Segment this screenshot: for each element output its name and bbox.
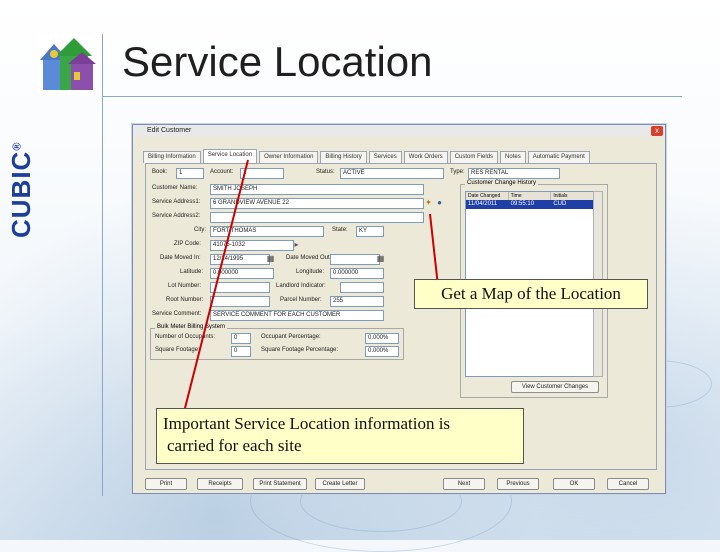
create-letter-button[interactable]: Create Letter	[315, 478, 365, 490]
ok-button[interactable]: OK	[553, 478, 595, 490]
type-field[interactable]: RES RENTAL	[468, 168, 560, 179]
zip-code-label: ZIP Code:	[174, 241, 201, 247]
service-comment-label: Service Comment:	[152, 311, 202, 317]
square-footage-percentage-field[interactable]: 0.000%	[365, 346, 399, 357]
root-number-label: Root Number:	[166, 297, 204, 303]
lot-number-label: Lot Number:	[168, 283, 202, 289]
book-field[interactable]: 1	[176, 168, 204, 179]
occupant-percentage-field[interactable]: 0.000%	[365, 333, 399, 344]
latitude-field[interactable]: 0.000000	[210, 268, 274, 279]
date-moved-out-label: Date Moved Out:	[286, 255, 332, 261]
brand-wordmark: CUBIC®	[6, 141, 36, 238]
close-icon[interactable]: x	[651, 126, 663, 136]
cancel-button[interactable]: Cancel	[607, 478, 649, 490]
window-title-bar: Edit Customer x	[133, 125, 665, 137]
history-row[interactable]: 11/04/2011 09:55:10 CUD	[466, 200, 594, 209]
occupant-percentage-label: Occupant Percentage:	[261, 334, 321, 340]
status-field[interactable]: ACTIVE	[340, 168, 444, 179]
column-header-initials[interactable]: Initials	[551, 192, 595, 200]
info-callout-line2: carried for each site	[167, 436, 302, 455]
divider-horizontal	[102, 96, 682, 97]
customer-name-field[interactable]: SMITH JOSEPH	[210, 184, 424, 195]
bulk-meter-group-title: Bulk Meter Billing System	[155, 324, 228, 330]
previous-button[interactable]: Previous	[497, 478, 539, 490]
type-label: Type:	[450, 169, 465, 175]
globe-map-icon[interactable]: ●	[435, 198, 444, 207]
service-address2-label: Service Address2:	[152, 213, 201, 219]
map-location-icon[interactable]: ✦	[424, 198, 433, 207]
longitude-label: Longitude:	[296, 269, 325, 275]
state-field[interactable]: KY	[356, 226, 384, 237]
latitude-label: Latitude:	[180, 269, 204, 275]
service-comment-field[interactable]: SERVICE COMMENT FOR EACH CUSTOMER	[210, 310, 384, 321]
tab-owner-information[interactable]: Owner Information	[259, 151, 319, 163]
book-label: Book:	[152, 169, 168, 175]
lot-number-field[interactable]	[210, 282, 270, 293]
tab-custom-fields[interactable]: Custom Fields	[449, 151, 499, 163]
calendar-icon[interactable]: ▦	[376, 254, 385, 263]
history-date-cell: 11/04/2011	[468, 201, 498, 207]
zip-code-field[interactable]: 41075-1032	[210, 240, 294, 251]
history-title: Customer Change History	[465, 180, 539, 186]
tab-services[interactable]: Services	[368, 151, 402, 163]
tab-service-location[interactable]: Service Location	[202, 149, 258, 163]
service-address1-field[interactable]: 6 GRANDVIEW AVENUE 22	[210, 198, 424, 209]
root-number-field[interactable]	[210, 296, 270, 307]
date-moved-in-label: Date Moved In:	[160, 255, 201, 261]
next-button[interactable]: Next	[443, 478, 485, 490]
tab-work-orders[interactable]: Work Orders	[403, 151, 448, 163]
status-label: Status:	[316, 169, 335, 175]
number-of-occupants-field[interactable]: 0	[231, 333, 251, 344]
window-title: Edit Customer	[147, 127, 192, 134]
history-initials-cell: CUD	[553, 201, 567, 207]
history-time-cell: 09:55:10	[510, 201, 535, 207]
tab-automatic-payment[interactable]: Automatic Payment	[527, 151, 590, 163]
calendar-icon[interactable]: ▦	[266, 254, 275, 263]
print-button[interactable]: Print	[145, 478, 187, 490]
parcel-number-field[interactable]: 255	[330, 296, 384, 307]
service-address2-field[interactable]	[210, 212, 424, 223]
divider-vertical	[102, 34, 103, 496]
lookup-icon[interactable]: ▸	[292, 240, 301, 249]
landlord-indicator-label: Landlord Indicator:	[276, 283, 326, 289]
account-label: Account:	[210, 169, 234, 175]
info-callout-line1: Important Service Location information i…	[163, 414, 451, 433]
state-label: State:	[332, 227, 348, 233]
info-callout: Important Service Location information i…	[156, 408, 524, 464]
city-field[interactable]: FORT THOMAS	[210, 226, 324, 237]
page-title: Service Location	[122, 38, 433, 85]
receipts-button[interactable]: Receipts	[197, 478, 243, 490]
print-statement-button[interactable]: Print Statement	[253, 478, 307, 490]
button-bar: Print Receipts Print Statement Create Le…	[133, 473, 665, 493]
account-field[interactable]: 1	[240, 168, 284, 179]
city-label: City:	[194, 227, 206, 233]
square-footage-field[interactable]: 0	[231, 346, 251, 357]
parcel-number-label: Parcel Number:	[280, 297, 322, 303]
customer-name-label: Customer Name:	[152, 185, 198, 191]
tab-notes[interactable]: Notes	[500, 151, 526, 163]
houses-logo-icon	[38, 34, 98, 94]
landlord-indicator-field[interactable]	[340, 282, 384, 293]
date-moved-out-field[interactable]	[330, 254, 380, 265]
tab-billing-information[interactable]: Billing Information	[143, 151, 201, 163]
map-callout: Get a Map of the Location	[414, 279, 648, 309]
square-footage-label: Square Footage:	[155, 347, 200, 353]
tab-strip: Billing Information Service Location Own…	[143, 149, 590, 163]
bulk-meter-group: Bulk Meter Billing System Number of Occu…	[150, 324, 404, 360]
column-header-time[interactable]: Time	[509, 192, 552, 200]
tab-billing-history[interactable]: Billing History	[320, 151, 367, 163]
service-address1-label: Service Address1:	[152, 199, 201, 205]
history-header: Date Changed Time Initials	[466, 192, 595, 200]
square-footage-percentage-label: Square Footage Percentage:	[261, 347, 339, 353]
date-moved-in-field[interactable]: 12/24/1995	[210, 254, 270, 265]
longitude-field[interactable]: 0.000000	[330, 268, 384, 279]
view-customer-changes-button[interactable]: View Customer Changes	[511, 381, 599, 393]
number-of-occupants-label: Number of Occupants:	[155, 334, 216, 340]
column-header-date[interactable]: Date Changed	[466, 192, 509, 200]
